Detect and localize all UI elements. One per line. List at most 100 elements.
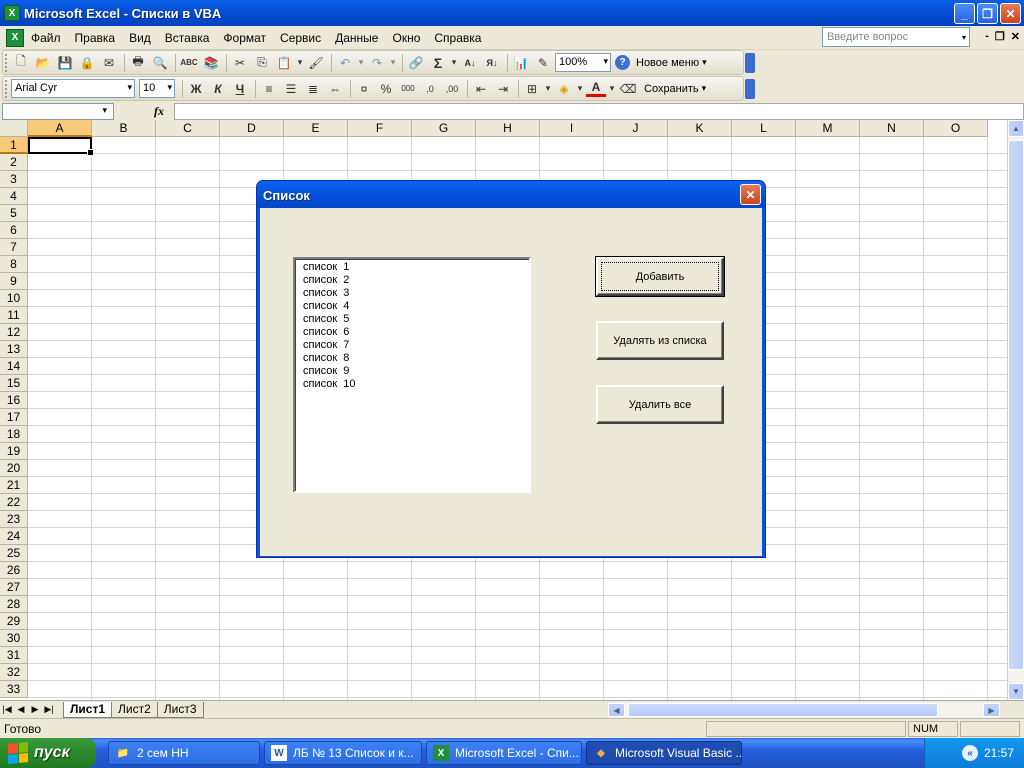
row-header[interactable]: 25: [0, 545, 28, 562]
taskbar-item-word[interactable]: W ЛБ № 13 Список и к...: [264, 741, 422, 765]
print-preview-icon[interactable]: 🔍: [150, 53, 170, 73]
vertical-scrollbar[interactable]: ▲ ▼: [1007, 120, 1024, 700]
fill-color-icon[interactable]: ◈: [554, 79, 574, 99]
scroll-right-button[interactable]: ▶: [983, 703, 1000, 717]
list-item[interactable]: список 3: [303, 287, 521, 300]
print-icon[interactable]: 🖶: [128, 53, 148, 73]
vertical-scroll-thumb[interactable]: [1008, 140, 1024, 670]
align-right-icon[interactable]: ≣: [303, 79, 323, 99]
menu-format[interactable]: Формат: [216, 28, 273, 48]
new-icon[interactable]: 🗋: [11, 53, 31, 73]
workbook-icon[interactable]: X: [6, 28, 24, 47]
excel-app-icon[interactable]: X: [4, 5, 20, 21]
align-center-icon[interactable]: ☰: [281, 79, 301, 99]
sheet-tab-1[interactable]: Лист1: [63, 701, 113, 718]
row-header[interactable]: 11: [0, 307, 28, 324]
list-item[interactable]: список 6: [303, 326, 521, 339]
clock[interactable]: 21:57: [984, 746, 1014, 760]
list-item[interactable]: список 10: [303, 378, 521, 391]
font-color-dropdown-icon[interactable]: ▾: [608, 79, 616, 99]
hyperlink-icon[interactable]: 🔗: [406, 53, 426, 73]
column-header[interactable]: A: [28, 120, 92, 137]
column-header[interactable]: H: [476, 120, 540, 137]
borders-dropdown-icon[interactable]: ▾: [544, 79, 552, 99]
borders-icon[interactable]: ⊞: [522, 79, 542, 99]
formula-input[interactable]: [174, 102, 1024, 120]
column-header[interactable]: M: [796, 120, 860, 137]
toolbar-options-icon[interactable]: [745, 79, 755, 99]
name-box[interactable]: [2, 102, 114, 120]
row-header[interactable]: 33: [0, 681, 28, 698]
maximize-button[interactable]: ❐: [977, 3, 998, 24]
merge-center-icon[interactable]: ⇔: [325, 79, 345, 99]
row-header[interactable]: 13: [0, 341, 28, 358]
column-header[interactable]: F: [348, 120, 412, 137]
save-icon[interactable]: 💾: [55, 53, 75, 73]
research-icon[interactable]: 📚: [201, 53, 221, 73]
paste-dropdown-icon[interactable]: ▾: [296, 53, 304, 73]
start-button[interactable]: пуск: [0, 738, 96, 768]
percent-icon[interactable]: %: [376, 79, 396, 99]
italic-button[interactable]: К: [208, 79, 228, 99]
row-header[interactable]: 22: [0, 494, 28, 511]
scroll-up-button[interactable]: ▲: [1008, 120, 1024, 137]
row-header[interactable]: 7: [0, 239, 28, 256]
row-header[interactable]: 23: [0, 511, 28, 528]
zoom-select[interactable]: 100%: [555, 53, 611, 72]
align-left-icon[interactable]: ≡: [259, 79, 279, 99]
row-header[interactable]: 28: [0, 596, 28, 613]
list-item[interactable]: список 1: [303, 261, 521, 274]
sort-ascending-icon[interactable]: A↓: [460, 53, 480, 73]
row-header[interactable]: 27: [0, 579, 28, 596]
column-header[interactable]: L: [732, 120, 796, 137]
undo-dropdown-icon[interactable]: ▾: [357, 53, 365, 73]
menu-edit[interactable]: Правка: [68, 28, 123, 48]
column-header[interactable]: E: [284, 120, 348, 137]
redo-dropdown-icon[interactable]: ▾: [389, 53, 397, 73]
help-dropdown-icon[interactable]: ▾: [958, 28, 970, 46]
list-item[interactable]: список 5: [303, 313, 521, 326]
row-header[interactable]: 4: [0, 188, 28, 205]
menu-data[interactable]: Данные: [328, 28, 385, 48]
menu-file[interactable]: Файл: [24, 28, 68, 48]
workbook-restore-button[interactable]: ❐: [995, 30, 1005, 43]
toolbar-grip[interactable]: [5, 80, 8, 98]
paste-icon[interactable]: 📋: [274, 53, 294, 73]
menu-window[interactable]: Окно: [385, 28, 427, 48]
column-header[interactable]: O: [924, 120, 988, 137]
drawing-icon[interactable]: ✎: [533, 53, 553, 73]
column-header[interactable]: D: [220, 120, 284, 137]
column-header[interactable]: K: [668, 120, 732, 137]
row-header[interactable]: 3: [0, 171, 28, 188]
row-header[interactable]: 29: [0, 613, 28, 630]
taskbar-item-excel[interactable]: X Microsoft Excel - Спи...: [426, 741, 582, 765]
column-header[interactable]: I: [540, 120, 604, 137]
row-header[interactable]: 9: [0, 273, 28, 290]
row-header[interactable]: 8: [0, 256, 28, 273]
list-item[interactable]: список 2: [303, 274, 521, 287]
tray-expand-icon[interactable]: «: [961, 745, 978, 761]
items-listbox[interactable]: список 1 список 2 список 3 список 4 список 5…: [293, 257, 531, 493]
minimize-button[interactable]: _: [954, 3, 975, 24]
row-header[interactable]: 26: [0, 562, 28, 579]
next-sheet-button[interactable]: ▶: [28, 704, 42, 715]
menu-view[interactable]: Вид: [122, 28, 158, 48]
undo-icon[interactable]: ↶: [335, 53, 355, 73]
taskbar-item-vba[interactable]: ◆ Microsoft Visual Basic ...: [586, 741, 742, 765]
thousands-separator-icon[interactable]: 000: [398, 79, 418, 99]
row-header[interactable]: 30: [0, 630, 28, 647]
bold-button[interactable]: Ж: [186, 79, 206, 99]
font-name-select[interactable]: Arial Cyr: [11, 79, 135, 98]
column-header[interactable]: B: [92, 120, 156, 137]
underline-button[interactable]: Ч: [230, 79, 250, 99]
row-header[interactable]: 16: [0, 392, 28, 409]
horizontal-scroll-thumb[interactable]: [628, 703, 938, 717]
redo-icon[interactable]: ↷: [367, 53, 387, 73]
save-dropdown-button[interactable]: Сохранить ▾: [640, 83, 710, 95]
increase-indent-icon[interactable]: ⇥: [493, 79, 513, 99]
first-sheet-button[interactable]: |◀: [0, 704, 14, 715]
insert-function-icon[interactable]: fx: [154, 104, 172, 119]
spelling-icon[interactable]: ABC: [179, 53, 199, 73]
copy-icon[interactable]: ⎘: [252, 53, 272, 73]
menu-help[interactable]: Справка: [427, 28, 488, 48]
